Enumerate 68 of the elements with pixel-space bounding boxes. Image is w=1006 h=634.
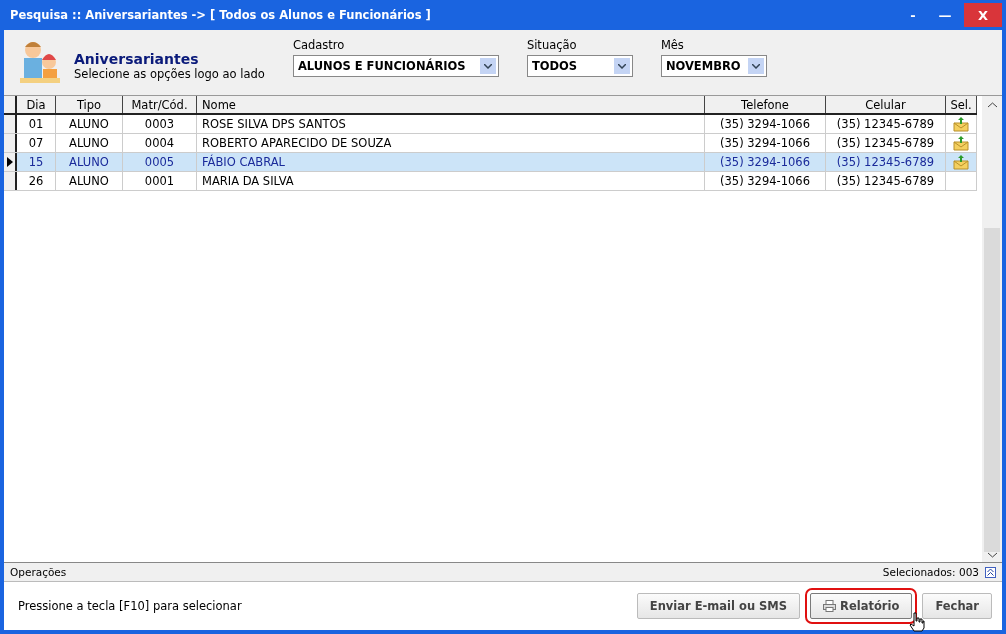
- table-row[interactable]: 07 ALUNO 0004 ROBERTO APARECIDO DE SOUZA (35) 3294-1066 (35) 12345-6789: [4, 134, 977, 153]
- table-cell: ALUNO: [56, 172, 123, 190]
- window-button[interactable]: —: [932, 3, 958, 27]
- column-header[interactable]: Dia: [17, 96, 56, 113]
- row-header[interactable]: [4, 134, 17, 152]
- column-header[interactable]: Telefone: [705, 96, 826, 113]
- header-title: Aniversariantes: [74, 51, 200, 67]
- footer-button[interactable]: Fechar: [922, 593, 992, 619]
- table-cell: 0004: [123, 134, 197, 152]
- filter-label: Cadastro: [292, 38, 346, 52]
- table-cell: (35) 12345-6789: [826, 115, 946, 133]
- column-header[interactable]: Sel.: [946, 96, 977, 113]
- table-cell: (35) 3294-1066: [705, 153, 826, 171]
- table-cell: 07: [17, 134, 56, 152]
- table-cell: ALUNO: [56, 153, 123, 171]
- envelope-icon: [953, 154, 969, 170]
- filter-label: Situação: [526, 38, 578, 52]
- selected-count: Selecionados: 003: [882, 566, 979, 578]
- window-title: Pesquisa :: Aniversariantes -> [ Todos os Alunos e Funcionários ]: [9, 8, 431, 22]
- column-header[interactable]: Celular: [826, 96, 946, 113]
- header-subtitle: Selecione as opções logo ao lado: [74, 67, 265, 81]
- column-header[interactable]: Matr/Cód.: [123, 96, 197, 113]
- table-cell: (35) 12345-6789: [826, 134, 946, 152]
- table-cell: (35) 3294-1066: [705, 134, 826, 152]
- table-cell: (35) 3294-1066: [705, 172, 826, 190]
- dropdown[interactable]: TODOS: [526, 55, 633, 77]
- table-cell: 15: [17, 153, 56, 171]
- dropdown[interactable]: ALUNOS E FUNCIONÁRIOS: [292, 55, 499, 77]
- window-button[interactable]: -: [900, 3, 926, 27]
- envelope-icon: [953, 135, 969, 151]
- table-cell: (35) 12345-6789: [826, 172, 946, 190]
- table-cell: ALUNO: [56, 134, 123, 152]
- table-cell: 0001: [123, 172, 197, 190]
- operations-label: Operações: [10, 566, 67, 578]
- table-cell: ROBERTO APARECIDO DE SOUZA: [197, 134, 705, 152]
- table-cell: MARIA DA SILVA: [197, 172, 705, 190]
- chevron-down-icon: [483, 63, 492, 69]
- table-cell: ROSE SILVA DPS SANTOS: [197, 115, 705, 133]
- chevron-down-icon: [751, 63, 760, 69]
- row-header[interactable]: [4, 172, 17, 190]
- chevron-down-icon: [617, 63, 626, 69]
- table-row[interactable]: 15 ALUNO 0005 FÁBIO CABRAL (35) 3294-1066 (35) 12345-6789: [4, 153, 977, 172]
- chevron-up-icon: [987, 102, 997, 108]
- collapse-icon[interactable]: [985, 566, 996, 578]
- table-cell: (35) 3294-1066: [705, 115, 826, 133]
- printer-icon: [823, 600, 837, 612]
- row-header[interactable]: [4, 115, 17, 133]
- table-cell: 26: [17, 172, 56, 190]
- row-pointer-icon: [6, 157, 13, 167]
- close-button[interactable]: X: [964, 3, 1002, 27]
- dropdown[interactable]: NOVEMBRO: [660, 55, 767, 77]
- column-header[interactable]: Nome: [197, 96, 705, 113]
- filter-label: Mês: [660, 38, 685, 52]
- table-cell: (35) 12345-6789: [826, 153, 946, 171]
- table-cell: FÁBIO CABRAL: [197, 153, 705, 171]
- table-cell: 0005: [123, 153, 197, 171]
- table-row[interactable]: 01 ALUNO 0003 ROSE SILVA DPS SANTOS (35) 3294-1066 (35) 12345-6789: [4, 115, 977, 134]
- column-header[interactable]: Tipo: [56, 96, 123, 113]
- envelope-icon: [953, 116, 969, 132]
- row-header[interactable]: [4, 153, 17, 171]
- table-row[interactable]: 26 ALUNO 0001 MARIA DA SILVA (35) 3294-1066 (35) 12345-6789: [4, 172, 977, 191]
- footer-button[interactable]: Enviar E-mail ou SMS: [636, 593, 801, 619]
- hint-text: Pressione a tecla [F10] para selecionar: [18, 599, 242, 613]
- chevron-down-icon: [987, 552, 997, 558]
- table-cell: 01: [17, 115, 56, 133]
- scrollbar[interactable]: [982, 96, 1002, 562]
- table-cell: 0003: [123, 115, 197, 133]
- table-cell: ALUNO: [56, 115, 123, 133]
